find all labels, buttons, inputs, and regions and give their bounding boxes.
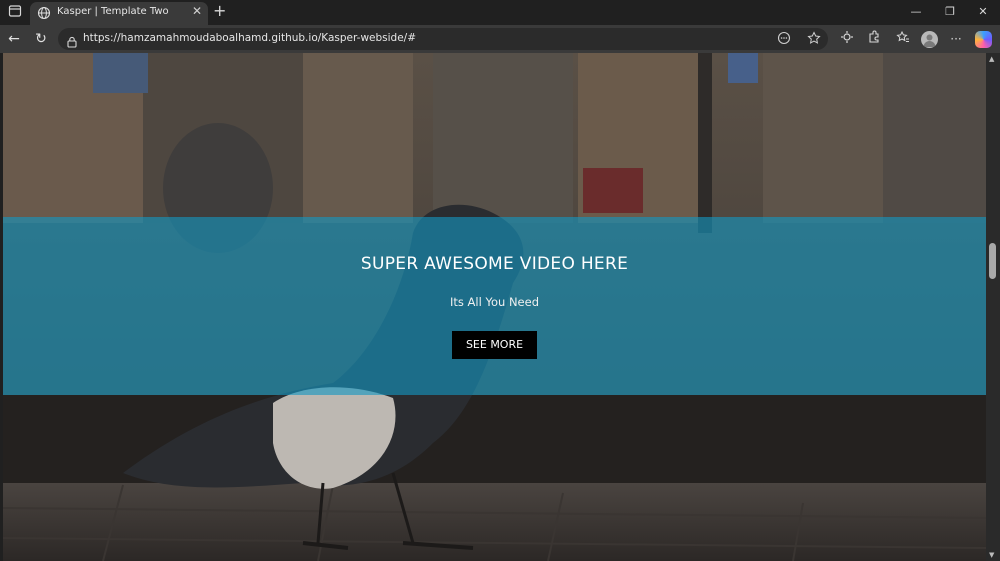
back-button[interactable]: ← <box>4 29 24 49</box>
lock-icon[interactable] <box>66 33 78 48</box>
hero-title: SUPER AWESOME VIDEO HERE <box>360 254 629 274</box>
copilot-icon[interactable] <box>975 31 992 48</box>
reload-button[interactable]: ↻ <box>31 29 51 49</box>
scrollbar-thumb[interactable] <box>989 243 996 279</box>
hero-banner: SUPER AWESOME VIDEO HERE Its All You Nee… <box>3 217 986 395</box>
globe-icon <box>37 5 51 20</box>
copilot-extension-icon[interactable] <box>838 30 856 48</box>
close-window-button[interactable]: ✕ <box>968 2 998 22</box>
restore-button[interactable]: ❐ <box>935 2 965 22</box>
extensions-icon[interactable] <box>865 30 883 48</box>
hero-subtitle: Its All You Need <box>450 295 539 309</box>
close-tab-icon[interactable]: ✕ <box>192 4 202 18</box>
more-icon[interactable]: ··· <box>947 30 965 48</box>
new-tab-button[interactable]: + <box>213 1 226 21</box>
favorite-star-icon[interactable] <box>806 31 822 47</box>
profile-avatar[interactable] <box>921 31 938 48</box>
favorites-icon[interactable] <box>894 30 912 48</box>
see-more-button[interactable]: SEE MORE <box>452 331 537 359</box>
page-scrollbar[interactable]: ▲ ▼ <box>986 53 1000 561</box>
tab-actions-icon[interactable] <box>6 4 24 20</box>
address-bar[interactable]: https://hamzamahmoudaboalhamd.github.io/… <box>58 28 828 50</box>
tab-strip: Kasper | Template Two ✕ + — ❐ ✕ <box>0 0 1000 25</box>
browser-toolbar: ← ↻ https://hamzamahmoudaboalhamd.github… <box>0 25 1000 53</box>
url-text[interactable]: https://hamzamahmoudaboalhamd.github.io/… <box>83 32 416 44</box>
scroll-down-icon[interactable]: ▼ <box>989 551 994 559</box>
page-viewport: SUPER AWESOME VIDEO HERE Its All You Nee… <box>3 53 986 561</box>
scroll-up-icon[interactable]: ▲ <box>989 55 994 63</box>
minimize-button[interactable]: — <box>901 2 931 22</box>
read-aloud-icon[interactable] <box>776 31 792 47</box>
browser-tab[interactable]: Kasper | Template Two ✕ <box>30 2 208 25</box>
tab-title: Kasper | Template Two <box>57 6 169 17</box>
